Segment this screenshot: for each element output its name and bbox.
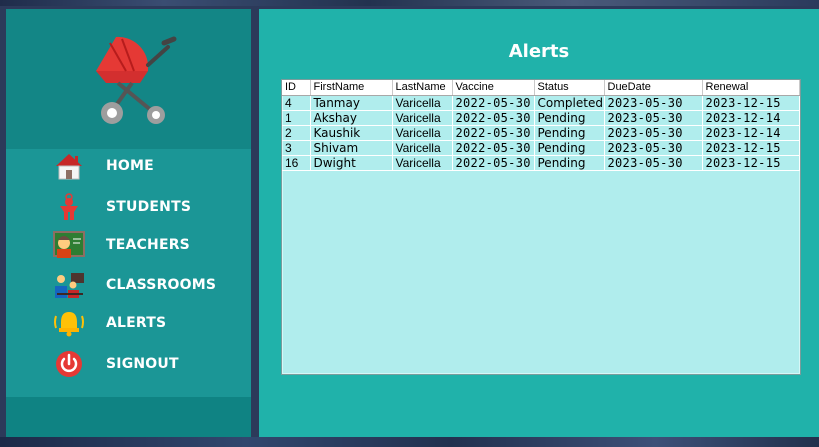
power-icon xyxy=(52,348,86,380)
column-header-id[interactable]: ID xyxy=(282,80,311,96)
sidebar-item-label: STUDENTS xyxy=(106,199,192,215)
cell-lastname: Varicella xyxy=(392,110,453,126)
cell-firstname: Dwight xyxy=(310,155,393,171)
cell-id: 4 xyxy=(282,95,311,111)
sidebar-item-label: ALERTS xyxy=(106,315,167,331)
column-header-firstname[interactable]: FirstName xyxy=(310,80,393,96)
table-row[interactable]: 2 Kaushik Varicella 2022-05-30 Pending 2… xyxy=(282,125,800,141)
sidebar-footer xyxy=(6,397,251,437)
sidebar-item-alerts[interactable]: ALERTS xyxy=(52,307,242,339)
sidebar-item-label: HOME xyxy=(106,158,154,174)
cell-id: 16 xyxy=(282,155,311,171)
alerts-table[interactable]: ID FirstName LastName Vaccine Status Due… xyxy=(282,80,800,171)
sidebar-item-label: CLASSROOMS xyxy=(106,277,217,293)
cell-lastname: Varicella xyxy=(392,155,453,171)
cell-renewal: 2023-12-15 xyxy=(702,95,800,111)
desktop-top-strip xyxy=(0,0,819,6)
baby-stroller-icon xyxy=(96,36,177,124)
cell-id: 2 xyxy=(282,125,311,141)
cell-renewal: 2023-12-14 xyxy=(702,125,800,141)
column-header-lastname[interactable]: LastName xyxy=(392,80,453,96)
cell-duedate: 2023-05-30 xyxy=(604,95,703,111)
cell-firstname: Kaushik xyxy=(310,125,393,141)
cell-firstname: Shivam xyxy=(310,140,393,156)
main-panel: Alerts ID FirstName LastName Vaccine Sta… xyxy=(259,9,819,437)
teacher-icon xyxy=(52,229,86,261)
cell-vaccine: 2022-05-30 xyxy=(452,125,535,141)
table-row[interactable]: 1 Akshay Varicella 2022-05-30 Pending 20… xyxy=(282,110,800,126)
sidebar-item-signout[interactable]: SIGNOUT xyxy=(52,348,242,380)
sidebar-item-classrooms[interactable]: CLASSROOMS xyxy=(52,269,242,301)
cell-id: 1 xyxy=(282,110,311,126)
alerts-table-scrollpane[interactable]: ID FirstName LastName Vaccine Status Due… xyxy=(281,79,801,375)
table-row[interactable]: 3 Shivam Varicella 2022-05-30 Pending 20… xyxy=(282,140,800,156)
sidebar-item-home[interactable]: HOME xyxy=(52,150,242,182)
cell-vaccine: 2022-05-30 xyxy=(452,155,535,171)
cell-id: 3 xyxy=(282,140,311,156)
column-header-duedate[interactable]: DueDate xyxy=(604,80,703,96)
sidebar: HOME STUDENTS TEACHERS CLASSROOMS ALERTS… xyxy=(6,9,251,437)
cell-vaccine: 2022-05-30 xyxy=(452,110,535,126)
cell-firstname: Tanmay xyxy=(310,95,393,111)
cell-renewal: 2023-12-15 xyxy=(702,155,800,171)
cell-lastname: Varicella xyxy=(392,125,453,141)
page-title: Alerts xyxy=(508,41,570,62)
cell-vaccine: 2022-05-30 xyxy=(452,140,535,156)
sidebar-item-students[interactable]: STUDENTS xyxy=(52,191,242,223)
sidebar-item-teachers[interactable]: TEACHERS xyxy=(52,229,242,261)
sidebar-item-label: SIGNOUT xyxy=(106,356,179,372)
cell-status: Pending xyxy=(534,140,605,156)
cell-vaccine: 2022-05-30 xyxy=(452,95,535,111)
sidebar-item-label: TEACHERS xyxy=(106,237,190,253)
table-row[interactable]: 16 Dwight Varicella 2022-05-30 Pending 2… xyxy=(282,155,800,171)
cell-firstname: Akshay xyxy=(310,110,393,126)
sidebar-logo-area xyxy=(6,9,251,149)
classroom-icon xyxy=(52,269,86,301)
table-row[interactable]: 4 Tanmay Varicella 2022-05-30 Completed … xyxy=(282,95,800,111)
cell-status: Pending xyxy=(534,110,605,126)
cell-duedate: 2023-05-30 xyxy=(604,110,703,126)
cell-duedate: 2023-05-30 xyxy=(604,140,703,156)
column-header-renewal[interactable]: Renewal xyxy=(702,80,800,96)
cell-status: Completed xyxy=(534,95,605,111)
column-header-status[interactable]: Status xyxy=(534,80,605,96)
desktop-bottom-strip xyxy=(0,437,819,447)
column-header-vaccine[interactable]: Vaccine xyxy=(452,80,535,96)
cell-status: Pending xyxy=(534,125,605,141)
cell-lastname: Varicella xyxy=(392,140,453,156)
house-icon xyxy=(52,150,86,182)
cell-duedate: 2023-05-30 xyxy=(604,125,703,141)
cell-renewal: 2023-12-14 xyxy=(702,110,800,126)
cell-lastname: Varicella xyxy=(392,95,453,111)
cell-status: Pending xyxy=(534,155,605,171)
table-header-row: ID FirstName LastName Vaccine Status Due… xyxy=(282,80,800,96)
cell-renewal: 2023-12-15 xyxy=(702,140,800,156)
cell-duedate: 2023-05-30 xyxy=(604,155,703,171)
bell-icon xyxy=(52,307,86,339)
child-icon xyxy=(52,191,86,223)
